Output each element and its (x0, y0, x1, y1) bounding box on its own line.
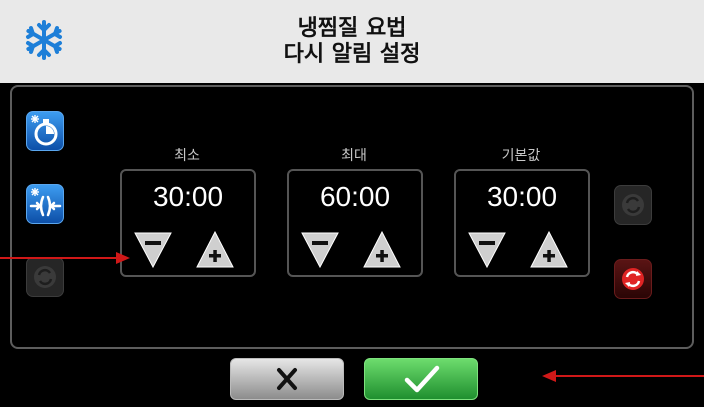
cold-compress-icon (29, 188, 62, 217)
title-line-2: 다시 알림 설정 (283, 42, 421, 67)
cold-compress-button[interactable] (26, 184, 64, 224)
default-increment-button[interactable] (528, 229, 570, 271)
minus-icon (479, 241, 495, 245)
max-label: 최대 (341, 148, 367, 164)
default-decrement-button[interactable] (466, 229, 508, 271)
min-decrement-button[interactable] (132, 229, 174, 271)
default-time-box: 30:00 (454, 169, 590, 277)
max-time-value: 60:00 (319, 181, 391, 212)
checkmark-icon (404, 365, 440, 393)
cancel-button[interactable] (230, 358, 344, 400)
confirm-button[interactable] (364, 358, 478, 400)
cold-timer-icon (31, 115, 58, 146)
settings-screen: 최소 최대 기본값 30:00 60:00 30:00 (0, 83, 704, 407)
minus-icon (312, 241, 328, 245)
title-line-1: 냉찜질 요법 (297, 16, 407, 41)
right-refresh-button[interactable] (614, 185, 652, 225)
default-time-value: 30:00 (486, 181, 558, 212)
settings-panel: 최소 최대 기본값 30:00 60:00 30:00 (10, 85, 694, 349)
refresh-red-icon (622, 268, 644, 290)
max-time-box: 60:00 (287, 169, 423, 277)
min-increment-button[interactable] (194, 229, 236, 271)
minus-icon (145, 241, 161, 245)
reset-defaults-button[interactable] (614, 259, 652, 299)
min-time-box: 30:00 (120, 169, 256, 277)
annotation-arrow-right (542, 370, 704, 382)
default-label: 기본값 (501, 148, 541, 164)
max-increment-button[interactable] (361, 229, 403, 271)
max-decrement-button[interactable] (299, 229, 341, 271)
refresh-disabled-icon (622, 194, 644, 216)
header-bar: 냉찜질 요법 다시 알림 설정 (0, 0, 704, 83)
page-title: 냉찜질 요법 다시 알림 설정 (0, 16, 704, 68)
annotation-arrow-left (0, 252, 130, 264)
min-time-value: 30:00 (152, 181, 224, 212)
close-icon (277, 368, 297, 390)
cold-timer-button[interactable] (26, 111, 64, 151)
min-label: 최소 (174, 148, 200, 164)
